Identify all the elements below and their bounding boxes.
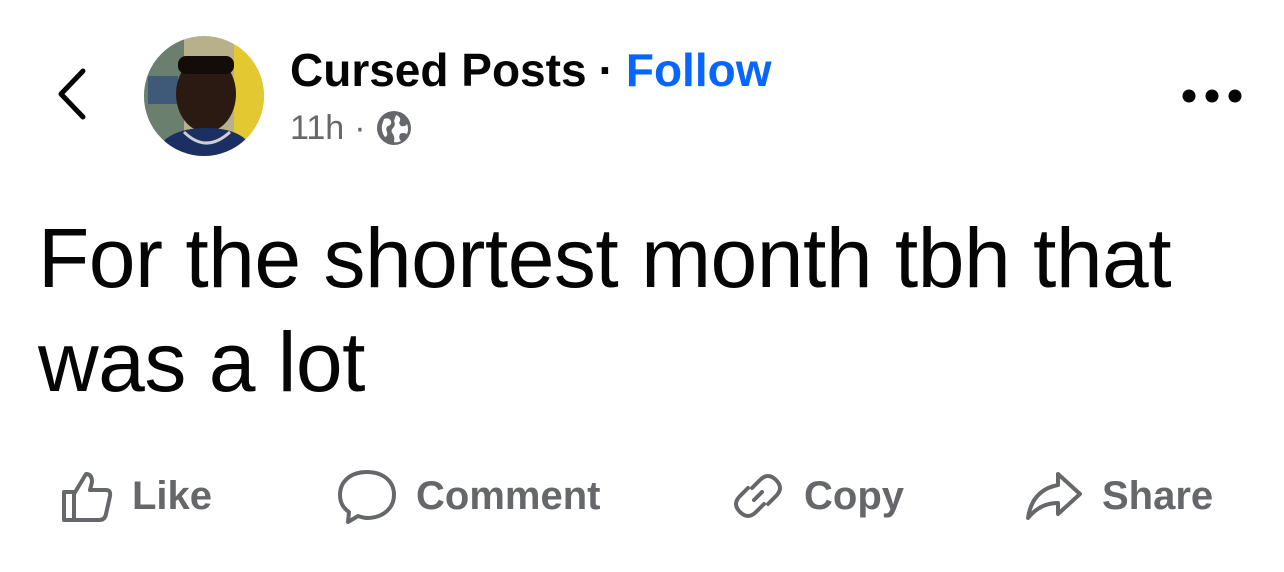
link-icon xyxy=(734,474,782,518)
more-options-button[interactable] xyxy=(1176,78,1248,114)
chevron-left-icon xyxy=(58,68,86,120)
share-label: Share xyxy=(1102,473,1214,518)
author-line: Cursed Posts · Follow xyxy=(290,40,772,100)
more-horizontal-icon xyxy=(1182,89,1242,103)
share-icon xyxy=(1026,472,1082,520)
comment-button[interactable]: Comment xyxy=(336,460,600,532)
copy-label: Copy xyxy=(804,473,904,518)
globe-icon[interactable] xyxy=(376,110,412,146)
profile-photo xyxy=(144,36,264,156)
meta-separator-dot: · xyxy=(354,108,366,147)
avatar[interactable] xyxy=(144,36,264,156)
share-button[interactable]: Share xyxy=(1024,460,1213,532)
comment-icon xyxy=(338,470,396,524)
action-bar: Like Comment Copy Share xyxy=(0,460,1284,532)
timestamp[interactable]: 11h xyxy=(290,109,344,148)
like-label: Like xyxy=(132,473,213,518)
post-text: For the shortest month tbh that was a lo… xyxy=(38,211,1172,409)
separator-dot: · xyxy=(598,44,614,96)
back-button[interactable] xyxy=(44,62,100,126)
thumbs-up-icon xyxy=(62,472,113,522)
post-meta: 11h · xyxy=(290,104,412,152)
comment-label: Comment xyxy=(416,473,601,518)
author-name[interactable]: Cursed Posts xyxy=(290,43,587,97)
like-button[interactable]: Like xyxy=(58,460,212,532)
copy-link-button[interactable]: Copy xyxy=(730,460,904,532)
follow-button[interactable]: Follow xyxy=(626,43,772,97)
